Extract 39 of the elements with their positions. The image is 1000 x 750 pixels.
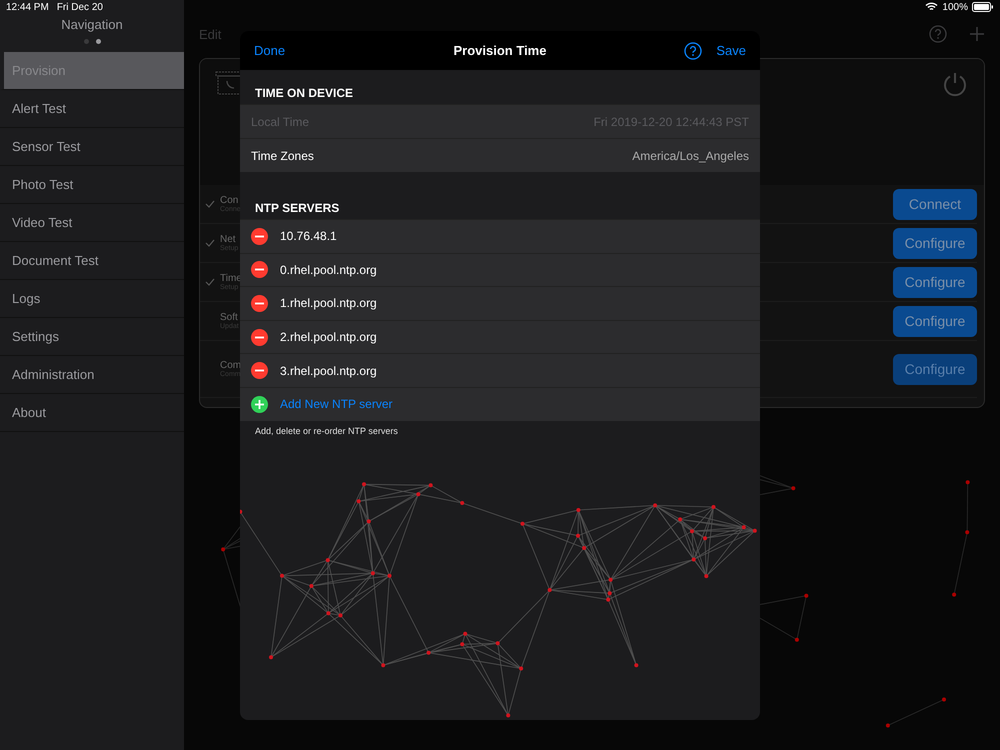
table-row[interactable]: 0.rhel.pool.ntp.org	[240, 252, 760, 286]
section-header: TIME ON DEVICE	[254, 85, 354, 102]
done-button[interactable]: Done	[254, 43, 286, 58]
table-row[interactable]: 3.rhel.pool.ntp.org	[240, 353, 760, 387]
section-header: NTP SERVERS	[254, 200, 340, 217]
server-name: 3.rhel.pool.ntp.org	[280, 364, 377, 378]
section-footer: Add, delete or re-order NTP servers	[240, 420, 760, 436]
modal-title: Provision Time	[454, 43, 546, 58]
server-name: 10.76.48.1	[280, 229, 337, 244]
delete-icon[interactable]	[251, 228, 268, 245]
help-icon[interactable]	[684, 42, 702, 60]
wifi-icon	[925, 2, 938, 12]
step-title: Con	[220, 195, 240, 206]
delete-icon[interactable]	[251, 261, 268, 278]
row-value: America/Los_Angeles	[632, 148, 749, 162]
add-server-row[interactable]: Add New NTP server	[240, 386, 760, 421]
add-server-link[interactable]: Add New NTP server	[280, 397, 392, 412]
sidebar-title: Navigation	[61, 17, 123, 32]
delete-icon[interactable]	[251, 362, 268, 380]
table-row[interactable]: 2.rhel.pool.ntp.org	[240, 320, 760, 354]
battery-percent: 100%	[942, 2, 968, 12]
status-time: 12:44 PM	[6, 2, 49, 12]
step-title: Soft	[220, 312, 238, 323]
page-dot[interactable]	[84, 39, 88, 44]
step-title: Net	[220, 234, 237, 245]
add-icon[interactable]	[251, 396, 268, 413]
server-name: 1.rhel.pool.ntp.org	[280, 296, 377, 310]
table-row[interactable]: 1.rhel.pool.ntp.org	[240, 286, 760, 320]
delete-icon[interactable]	[251, 294, 268, 312]
battery-icon	[972, 2, 994, 12]
delete-icon[interactable]	[251, 328, 268, 346]
row-label: Time Zones	[251, 148, 314, 162]
status-date: Fri Dec 20	[56, 2, 103, 12]
page-dot[interactable]	[96, 39, 100, 44]
table-row[interactable]: Time Zones America/Los_Angeles	[240, 138, 760, 172]
server-name: 0.rhel.pool.ntp.org	[280, 262, 377, 277]
server-name: 2.rhel.pool.ntp.org	[280, 330, 377, 344]
table-row[interactable]: 10.76.48.1	[240, 219, 760, 253]
save-button[interactable]: Save	[716, 43, 746, 58]
